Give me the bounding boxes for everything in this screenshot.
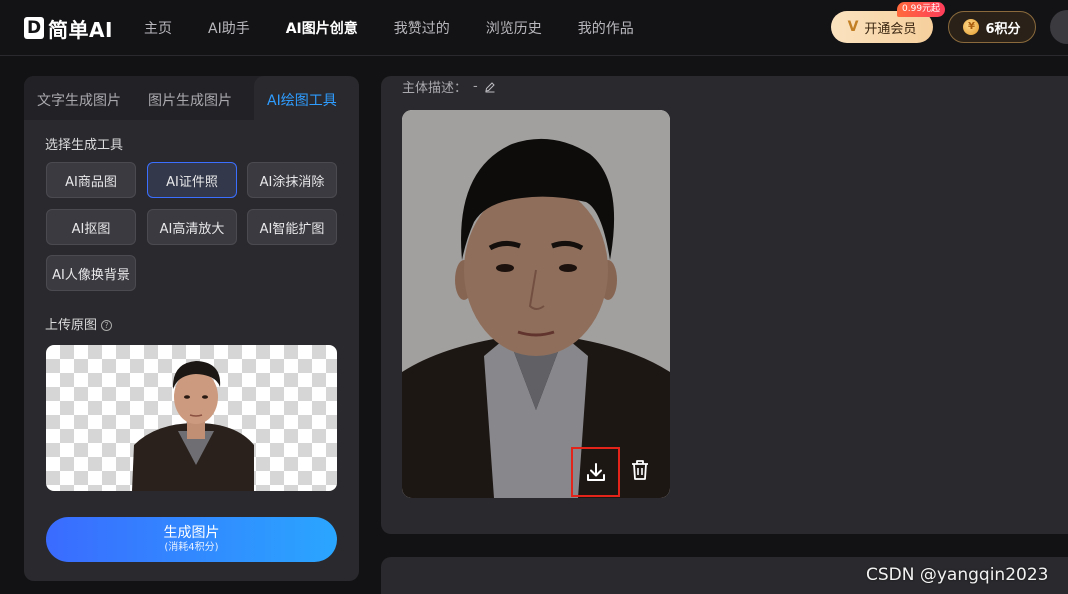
coin-icon: ¥ xyxy=(963,19,980,35)
tab-ai-drawing-tools[interactable]: AI绘图工具 xyxy=(267,90,337,110)
tool-upscale-button[interactable]: AI高清放大 xyxy=(147,209,237,245)
tab-image-to-image[interactable]: 图片生成图片 xyxy=(148,90,232,110)
vip-label: 开通会员 xyxy=(864,21,917,37)
points-button[interactable]: ¥ 6积分 xyxy=(948,11,1036,43)
points-label: 6积分 xyxy=(985,21,1021,37)
tool-id-photo-button[interactable]: AI证件照 xyxy=(147,162,237,198)
nav-item-ai-assistant[interactable]: AI助手 xyxy=(208,18,250,38)
upload-title-label: 上传原图 xyxy=(45,318,98,333)
avatar[interactable] xyxy=(1050,10,1068,44)
subject-description-row: 主体描述： - xyxy=(402,77,496,96)
upload-section-title: 上传原图? xyxy=(45,314,113,333)
result-card: 主体描述： - xyxy=(381,76,1068,534)
tool-portrait-bg-button[interactable]: AI人像换背景 xyxy=(46,255,136,291)
logo-mark-icon: D xyxy=(24,17,44,39)
nav-item-home[interactable]: 主页 xyxy=(144,18,172,38)
logo[interactable]: D 简单AI xyxy=(24,15,113,42)
generate-cost-label: (消耗4积分) xyxy=(164,542,219,553)
main-nav: 主页 AI助手 AI图片创意 我赞过的 浏览历史 我的作品 xyxy=(144,0,670,56)
edit-pen-icon[interactable] xyxy=(484,81,496,93)
uploaded-image-preview[interactable] xyxy=(46,345,337,491)
mode-tabs: 文字生成图片 图片生成图片 AI绘图工具 xyxy=(24,76,359,120)
nav-item-liked[interactable]: 我赞过的 xyxy=(394,18,450,38)
generate-image-button[interactable]: 生成图片 (消耗4积分) xyxy=(46,517,337,562)
delete-button[interactable] xyxy=(628,456,652,484)
logo-text: 简单AI xyxy=(48,17,113,42)
nav-item-my-works[interactable]: 我的作品 xyxy=(578,18,634,38)
vip-price-badge: 0.99元起 xyxy=(897,2,946,17)
tool-expand-button[interactable]: AI智能扩图 xyxy=(247,209,337,245)
help-icon[interactable]: ? xyxy=(101,320,113,331)
tab-text-to-image[interactable]: 文字生成图片 xyxy=(37,90,121,110)
vip-icon: V xyxy=(847,19,859,35)
csdn-watermark: CSDN @yangqin2023 xyxy=(866,565,1049,585)
tool-panel: 文字生成图片 图片生成图片 AI绘图工具 选择生成工具 AI商品图 AI证件照 … xyxy=(24,76,359,581)
download-icon xyxy=(586,463,605,481)
download-button[interactable] xyxy=(571,447,620,497)
nav-item-ai-image-creative[interactable]: AI图片创意 xyxy=(286,18,358,38)
tool-cutout-button[interactable]: AI抠图 xyxy=(46,209,136,245)
nav-item-history[interactable]: 浏览历史 xyxy=(486,18,542,38)
subject-description-value: - xyxy=(473,79,478,94)
top-nav-bar: D 简单AI 主页 AI助手 AI图片创意 我赞过的 浏览历史 我的作品 V 开… xyxy=(0,0,1068,56)
generate-label: 生成图片 xyxy=(163,525,220,541)
tool-section-title: 选择生成工具 xyxy=(45,138,124,153)
hover-overlay xyxy=(402,110,670,498)
tool-product-image-button[interactable]: AI商品图 xyxy=(46,162,136,198)
tool-erase-button[interactable]: AI涂抹消除 xyxy=(247,162,337,198)
subject-description-label: 主体描述： xyxy=(402,81,468,96)
generated-id-photo[interactable] xyxy=(402,110,670,498)
uploaded-portrait-image xyxy=(132,361,254,491)
trash-icon xyxy=(632,460,648,480)
